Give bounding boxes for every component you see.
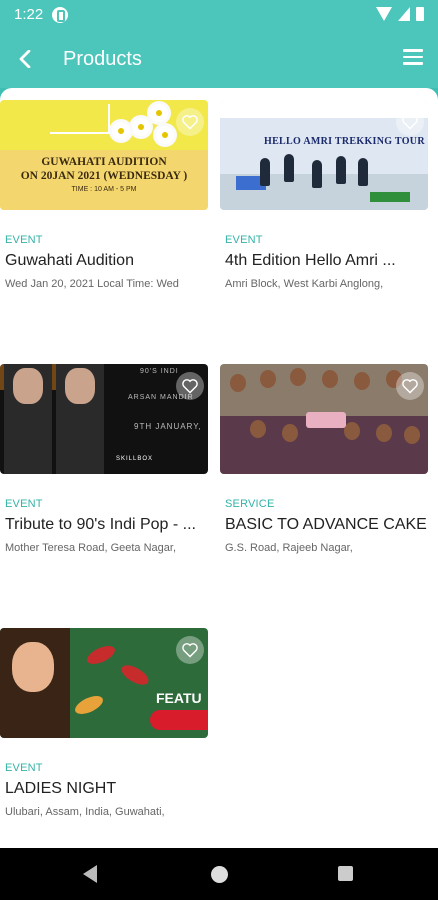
image-caption: 9TH JANUARY, [134,422,202,431]
image-caption: TIME : 10 AM - 5 PM [71,186,137,193]
heart-icon [182,379,198,394]
battery-icon [416,7,424,21]
heart-icon [402,379,418,394]
product-title: Guwahati Audition [5,252,134,269]
product-image: FEATU [0,628,208,738]
product-card[interactable]: GUWAHATI AUDITION ON 20JAN 2021 (WEDNESD… [0,100,208,350]
product-card[interactable]: SERVICE BASIC TO ADVANCE CAKE ... G.S. R… [220,364,430,614]
product-type: SERVICE [225,498,275,510]
product-title: Tribute to 90's Indi Pop - ... [5,516,196,533]
system-navigation-bar [0,848,438,900]
product-card[interactable]: HELLO AMRI TREKKING TOUR EVENT 4th Editi… [220,100,428,350]
product-subtitle: Wed Jan 20, 2021 Local Time: Wed [5,278,179,290]
product-type: EVENT [5,762,43,774]
image-caption: 90'S INDI [140,368,179,375]
status-bar: 1:22 [0,0,438,30]
app-notification-icon [52,7,68,23]
product-subtitle: Mother Teresa Road, Geeta Nagar, [5,542,177,554]
product-image: 90'S INDI ARSAN MANDIR 9TH JANUARY, SKIL… [0,364,208,474]
favorite-button[interactable] [396,372,424,400]
product-subtitle: Amri Block, West Karbi Anglong, [225,278,384,290]
product-image: GUWAHATI AUDITION ON 20JAN 2021 (WEDNESD… [0,100,208,210]
product-type: EVENT [5,498,43,510]
back-button[interactable] [10,40,46,78]
status-time: 1:22 [14,6,44,23]
nav-recents-icon[interactable] [338,866,353,881]
product-subtitle: G.S. Road, Rajeeb Nagar, [225,542,353,554]
page-title: Products [63,48,142,70]
product-image: HELLO AMRI TREKKING TOUR [220,100,428,210]
favorite-button[interactable] [176,636,204,664]
product-title: BASIC TO ADVANCE CAKE ... [225,516,430,533]
favorite-button[interactable] [176,108,204,136]
image-caption: FEATU [156,690,202,706]
product-title: 4th Edition Hello Amri ... [225,252,396,269]
heart-icon [402,115,418,130]
favorite-button[interactable] [396,108,424,136]
status-icons [376,7,424,21]
product-grid: GUWAHATI AUDITION ON 20JAN 2021 (WEDNESD… [0,88,438,848]
favorite-button[interactable] [176,372,204,400]
nav-home-icon[interactable] [211,866,228,883]
heart-icon [182,643,198,658]
product-card[interactable]: 90'S INDI ARSAN MANDIR 9TH JANUARY, SKIL… [0,364,208,614]
menu-button[interactable] [400,46,426,72]
image-caption: GUWAHATI AUDITION [41,156,167,168]
product-type: EVENT [225,234,263,246]
heart-icon [182,115,198,130]
arrow-left-icon [19,50,31,68]
image-caption: ON 20JAN 2021 (WEDNESDAY ) [20,170,188,182]
product-subtitle: Ulubari, Assam, India, Guwahati, [5,806,165,818]
signal-icon [398,7,410,21]
wifi-icon [376,7,392,21]
product-title: LADIES NIGHT [5,780,117,797]
image-caption: HELLO AMRI TREKKING TOUR [264,136,425,147]
image-caption: SKILLBOX [116,456,154,462]
product-card[interactable]: FEATU EVENT LADIES NIGHT Ulubari, Assam,… [0,628,208,848]
product-type: EVENT [5,234,43,246]
hamburger-icon [403,49,423,52]
product-image [220,364,428,474]
app-bar: Products [0,30,438,88]
nav-back-icon[interactable] [83,865,97,883]
